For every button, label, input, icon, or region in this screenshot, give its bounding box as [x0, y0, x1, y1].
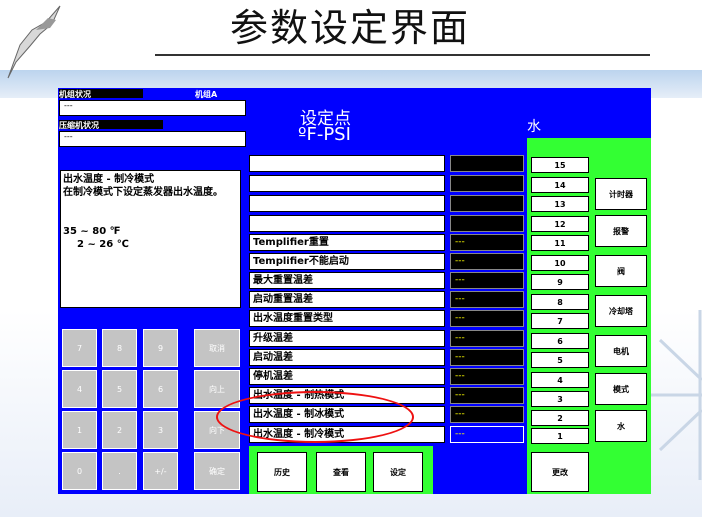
motor-button[interactable]: 电机: [595, 335, 647, 367]
key-8[interactable]: 8: [102, 329, 137, 367]
param-value[interactable]: [450, 195, 524, 212]
water-title: 水: [527, 119, 541, 135]
param-label[interactable]: Templifier不能启动: [249, 253, 445, 270]
mode-button[interactable]: 模式: [595, 373, 647, 405]
param-label[interactable]: 启动重置温差: [249, 291, 445, 308]
page-button-10[interactable]: 10: [531, 255, 589, 271]
cooling-tower-button[interactable]: 冷却塔: [595, 295, 647, 327]
param-label[interactable]: 最大重置温差: [249, 272, 445, 289]
param-label[interactable]: 停机温差: [249, 368, 445, 385]
key-0[interactable]: 0: [62, 452, 97, 490]
page-button-15[interactable]: 15: [531, 157, 589, 173]
unit-status-field: ---: [59, 100, 246, 116]
sign-key[interactable]: +/-: [143, 452, 178, 490]
key-4[interactable]: 4: [62, 370, 97, 408]
param-label[interactable]: [249, 195, 445, 212]
unit-status-label: 机组状况: [59, 89, 143, 99]
slide-title: 参数设定界面: [229, 6, 470, 50]
param-label[interactable]: [249, 175, 445, 192]
highlight-ellipse: [216, 391, 414, 443]
key-6[interactable]: 6: [143, 370, 178, 408]
description-box: 出水温度 - 制冷模式 在制冷模式下设定蒸发器出水温度。 35 ~ 80 ℉ 2…: [60, 170, 241, 308]
cancel-key[interactable]: 取消: [194, 329, 240, 367]
page-button-13[interactable]: 13: [531, 196, 589, 212]
param-label[interactable]: 启动温差: [249, 349, 445, 366]
param-label[interactable]: 出水温度重置类型: [249, 310, 445, 327]
param-value[interactable]: ---: [450, 349, 524, 366]
page-button-2[interactable]: 2: [531, 410, 589, 426]
page-button-6[interactable]: 6: [531, 333, 589, 349]
page-button-8[interactable]: 8: [531, 294, 589, 310]
param-label[interactable]: Templifier重置: [249, 234, 445, 251]
valve-button[interactable]: 阀: [595, 255, 647, 287]
unit-mode-title: ºF-PSI: [298, 124, 351, 145]
param-value[interactable]: ---: [450, 387, 524, 404]
key-7[interactable]: 7: [62, 329, 97, 367]
description-title: 出水温度 - 制冷模式: [63, 174, 155, 185]
page-button-9[interactable]: 9: [531, 274, 589, 290]
description-body: 在制冷模式下设定蒸发器出水温度。: [63, 187, 223, 198]
history-button[interactable]: 历史: [257, 452, 307, 492]
param-label[interactable]: [249, 155, 445, 172]
snowflake-icon: [650, 310, 702, 480]
param-value[interactable]: [450, 155, 524, 172]
alarm-button[interactable]: 报警: [595, 215, 647, 247]
page-button-12[interactable]: 12: [531, 216, 589, 232]
key-3[interactable]: 3: [143, 411, 178, 449]
param-value[interactable]: ---: [450, 291, 524, 308]
param-value[interactable]: ---: [450, 368, 524, 385]
page-button-5[interactable]: 5: [531, 352, 589, 368]
key-9[interactable]: 9: [143, 329, 178, 367]
compressor-status-field: ---: [59, 131, 246, 147]
view-button[interactable]: 查看: [316, 452, 366, 492]
page-button-3[interactable]: 3: [531, 391, 589, 407]
param-value[interactable]: ---: [450, 406, 524, 423]
compressor-status-label: 压缩机状况: [59, 120, 163, 130]
unit-name: 机组A: [195, 90, 218, 99]
page-button-7[interactable]: 7: [531, 313, 589, 329]
page-button-1[interactable]: 1: [531, 428, 589, 444]
param-value[interactable]: ---: [450, 253, 524, 270]
change-button[interactable]: 更改: [531, 452, 589, 492]
key-1[interactable]: 1: [62, 411, 97, 449]
param-label[interactable]: [249, 215, 445, 232]
page-button-11[interactable]: 11: [531, 235, 589, 251]
title-rule: [155, 54, 650, 56]
param-value-selected[interactable]: ---: [450, 426, 524, 443]
param-value[interactable]: [450, 175, 524, 192]
page-button-14[interactable]: 14: [531, 177, 589, 193]
seagull-icon: [7, 5, 61, 79]
param-value[interactable]: ---: [450, 310, 524, 327]
decimal-key[interactable]: .: [102, 452, 137, 490]
param-value[interactable]: ---: [450, 234, 524, 251]
page-button-4[interactable]: 4: [531, 372, 589, 388]
param-value[interactable]: ---: [450, 330, 524, 347]
set-button[interactable]: 设定: [373, 452, 423, 492]
key-2[interactable]: 2: [102, 411, 137, 449]
param-value[interactable]: [450, 215, 524, 232]
key-5[interactable]: 5: [102, 370, 137, 408]
param-value[interactable]: ---: [450, 272, 524, 289]
range-fahrenheit: 35 ~ 80 ℉: [63, 226, 121, 237]
timer-button[interactable]: 计时器: [595, 178, 647, 210]
range-celsius: 2 ~ 26 ℃: [77, 239, 129, 250]
water-button[interactable]: 水: [595, 410, 647, 442]
confirm-key[interactable]: 确定: [194, 452, 240, 490]
param-label[interactable]: 升级温差: [249, 330, 445, 347]
